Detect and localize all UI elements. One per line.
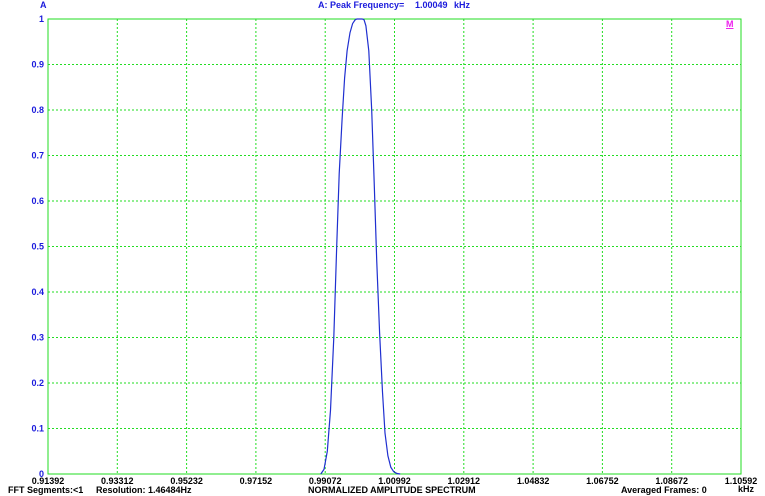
y-tick-label: 0.7 xyxy=(31,151,44,161)
fft-segments-status: FFT Segments:<1 xyxy=(8,485,84,495)
y-tick-label: 0.1 xyxy=(31,424,44,434)
channel-label: A xyxy=(40,0,47,10)
peak-frequency-unit: kHz xyxy=(454,0,471,10)
x-tick-label: 0.97152 xyxy=(240,476,273,486)
resolution-status: Resolution: 1.46484Hz xyxy=(96,485,192,495)
y-tick-label: 0.4 xyxy=(31,287,44,297)
x-tick-label: 1.04832 xyxy=(517,476,550,486)
grid-lines xyxy=(48,19,741,474)
y-tick-labels: 00.10.20.30.40.50.60.70.80.91 xyxy=(31,14,44,479)
averaged-frames-status: Averaged Frames: 0 xyxy=(621,485,707,495)
peak-frequency-value: 1.00049 xyxy=(415,0,448,10)
spectrum-chart: 00.10.20.30.40.50.60.70.80.91 0.91392 0.9… xyxy=(31,14,757,486)
y-tick-label: 1 xyxy=(39,14,44,24)
y-tick-label: 0.6 xyxy=(31,196,44,206)
y-tick-label: 0.3 xyxy=(31,333,44,343)
y-tick-label: 0.9 xyxy=(31,60,44,70)
x-tick-label: 1.06752 xyxy=(586,476,619,486)
y-tick-label: 0.8 xyxy=(31,105,44,115)
peak-frequency-label: A: Peak Frequency= xyxy=(318,0,405,10)
y-tick-label: 0.2 xyxy=(31,378,44,388)
y-tick-label: 0.5 xyxy=(31,242,44,252)
x-axis-unit: kHz xyxy=(738,484,755,494)
marker-icon[interactable]: M xyxy=(726,19,734,29)
chart-title: NORMALIZED AMPLITUDE SPECTRUM xyxy=(308,485,476,495)
